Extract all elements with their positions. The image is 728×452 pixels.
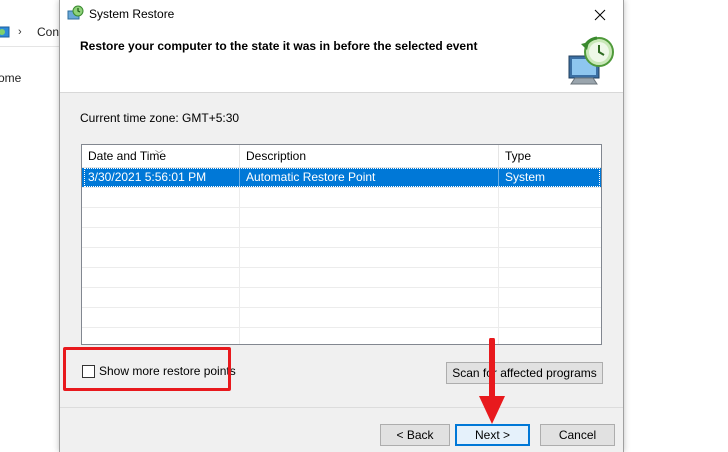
- sidebar-item-home[interactable]: ome: [0, 71, 21, 85]
- show-more-restore-points-checkbox[interactable]: Show more restore points: [82, 364, 236, 378]
- system-restore-dialog: System Restore Restore your computer to …: [59, 0, 624, 452]
- empty-row: [82, 208, 601, 228]
- sort-indicator-icon: ﹀: [155, 150, 163, 159]
- table-row[interactable]: 3/30/2021 5:56:01 PM Automatic Restore P…: [82, 168, 601, 188]
- empty-row: [82, 288, 601, 308]
- back-button[interactable]: < Back: [380, 424, 450, 446]
- column-header-type[interactable]: Type: [498, 145, 601, 167]
- empty-row: [82, 248, 601, 268]
- cell-description: Automatic Restore Point: [239, 168, 498, 187]
- cell-type: System: [498, 168, 601, 187]
- next-button[interactable]: Next >: [455, 424, 530, 446]
- footer-divider: [60, 407, 623, 408]
- title-bar: System Restore: [60, 0, 623, 30]
- checkbox-box[interactable]: [82, 364, 95, 378]
- table-header: ﹀ Date and Time Description Type: [82, 145, 601, 168]
- page-heading: Restore your computer to the state it wa…: [80, 39, 478, 53]
- empty-row: [82, 188, 601, 208]
- chevron-right-icon: ›: [18, 26, 22, 38]
- column-header-date[interactable]: ﹀ Date and Time: [82, 145, 239, 167]
- timezone-label: Current time zone: GMT+5:30: [80, 111, 240, 125]
- empty-row: [82, 228, 601, 248]
- empty-row: [82, 328, 601, 344]
- close-button[interactable]: [577, 0, 623, 30]
- column-header-description[interactable]: Description: [239, 145, 498, 167]
- cancel-button[interactable]: Cancel: [540, 424, 615, 446]
- empty-row: [82, 308, 601, 328]
- header-area: Restore your computer to the state it wa…: [60, 30, 623, 93]
- cell-date: 3/30/2021 5:56:01 PM: [88, 170, 207, 184]
- breadcrumb[interactable]: Con: [37, 25, 59, 39]
- checkbox-label[interactable]: Show more restore points: [99, 364, 236, 378]
- restore-points-table[interactable]: ﹀ Date and Time Description Type 3/30/20…: [81, 144, 602, 345]
- scan-affected-programs-button[interactable]: Scan for affected programs: [446, 362, 603, 384]
- close-icon: [594, 9, 606, 21]
- dialog-title: System Restore: [89, 7, 175, 21]
- restore-computer-icon: [568, 36, 614, 85]
- system-restore-icon: [67, 5, 84, 20]
- control-panel-icon: [0, 26, 10, 38]
- empty-row: [82, 268, 601, 288]
